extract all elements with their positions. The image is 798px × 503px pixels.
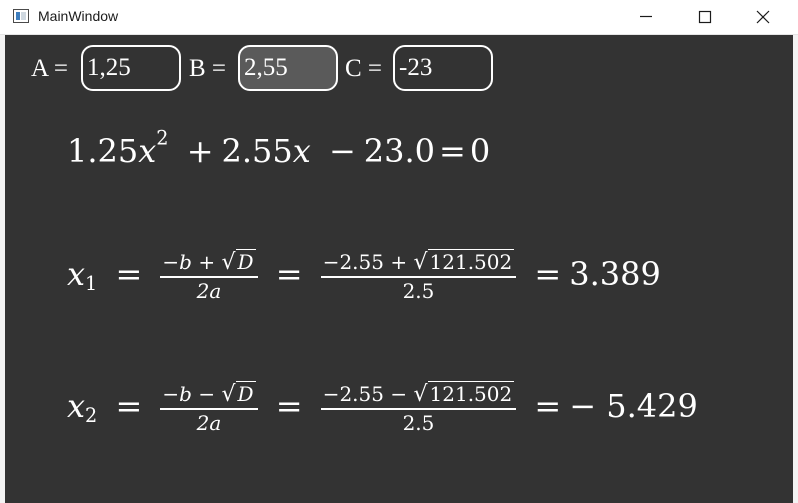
root1-numeric-fraction: −2.55 + √ 121.502 2.5 <box>320 249 517 303</box>
title-bar[interactable]: MainWindow <box>0 0 798 35</box>
c-input[interactable]: -23 <box>393 45 493 91</box>
window-border-right <box>793 35 798 503</box>
root2-index: 2 <box>85 403 98 427</box>
coef-c: 23.0 <box>363 132 436 170</box>
rhs-zero: 0 <box>469 132 491 170</box>
minus-sign: − <box>328 132 356 170</box>
a-label: A = <box>31 55 69 82</box>
root1-index: 1 <box>85 271 98 295</box>
minimize-icon <box>640 15 652 18</box>
close-button[interactable] <box>734 0 792 33</box>
app-icon <box>13 9 29 23</box>
var-x2: x <box>292 132 311 170</box>
root1-result: 3.389 <box>569 255 661 293</box>
equals-sign: = <box>439 132 466 170</box>
root2-numeric-fraction: −2.55 − √ 121.502 2.5 <box>320 381 517 435</box>
b-input[interactable]: 2,55 <box>238 45 338 91</box>
minimize-button[interactable] <box>617 0 675 33</box>
c-label: C = <box>345 55 383 82</box>
var-x: x <box>138 132 157 170</box>
root2-result: − 5.429 <box>569 387 698 425</box>
coef-b: 2.55 <box>221 132 293 170</box>
root2-var: x <box>67 387 86 425</box>
root1-formula: x1 = −b + √ D 2a = −2.55 + √ 121.502 2.5 =… <box>67 249 661 303</box>
power: 2 <box>156 126 169 150</box>
quadratic-equation: 1.25x2 +2.55x −23.0 = 0 <box>67 129 491 170</box>
maximize-icon <box>698 10 712 24</box>
root2-symbolic-fraction: −b − √ D 2a <box>160 381 258 435</box>
root2-formula: x2 = −b − √ D 2a = −2.55 − √ 121.502 2.5 =… <box>67 381 698 435</box>
b-label: B = <box>189 55 227 82</box>
maximize-button[interactable] <box>676 0 734 33</box>
window-title: MainWindow <box>38 8 119 24</box>
plus-sign: + <box>186 132 214 170</box>
root1-var: x <box>67 255 86 293</box>
root1-symbolic-fraction: −b + √ D 2a <box>160 249 258 303</box>
close-icon <box>756 10 770 24</box>
coef-a: 1.25 <box>67 132 139 170</box>
a-input[interactable]: 1,25 <box>81 45 181 91</box>
